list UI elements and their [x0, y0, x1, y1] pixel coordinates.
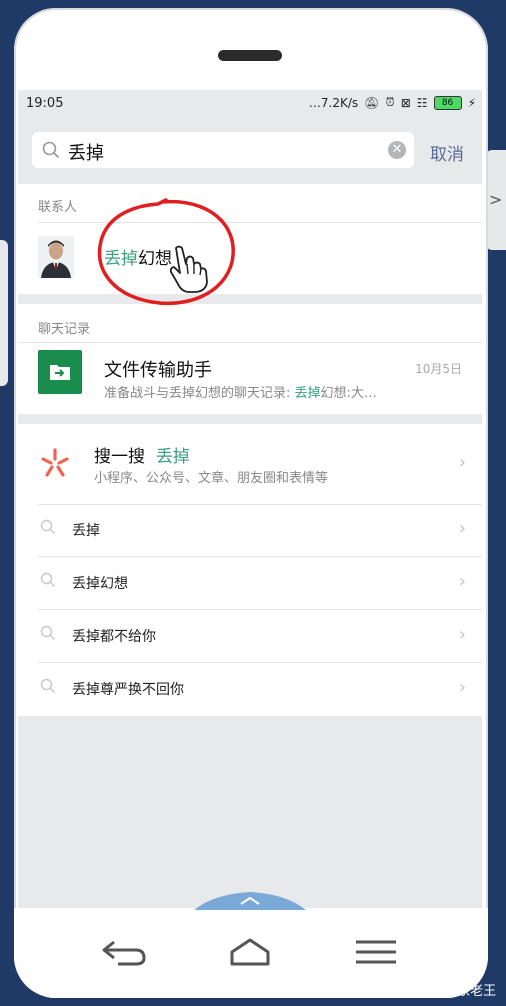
charging-icon: ⚡︎	[467, 95, 476, 110]
chat-records-section-label: 聊天记录	[38, 322, 91, 337]
chat-date: 10月5日	[415, 362, 462, 376]
sou-yi-sou-title: 搜一搜 丢掉	[94, 447, 190, 467]
suggestion-label: 丢掉幻想	[72, 576, 128, 592]
suggestion-label: 丢掉尊严换不回你	[72, 682, 184, 698]
status-bar: 19:05 …7.2K/s 🔕︎ ⏰︎ ⊠ ☷ 86 ⚡︎	[18, 90, 482, 116]
back-icon[interactable]	[100, 936, 148, 968]
annotation-circle	[97, 198, 235, 306]
chat-preview: 准备战斗与丢掉幻想的聊天记录: 丢掉幻想:大…	[104, 386, 377, 401]
chat-record-row[interactable]	[18, 343, 482, 413]
chevron-right-icon: ›	[458, 452, 466, 473]
cancel-button[interactable]: 取消	[430, 140, 464, 165]
status-time: 19:05	[26, 96, 64, 111]
battery-icon: 86	[433, 95, 462, 110]
file-transfer-icon	[38, 350, 82, 394]
side-panel-left	[0, 240, 8, 386]
speaker-grille	[218, 50, 282, 61]
phone-frame: 19:05 …7.2K/s 🔕︎ ⏰︎ ⊠ ☷ 86 ⚡︎ 丢掉 ✕ 取消 联系…	[14, 8, 488, 998]
suggestion-item[interactable]: 丢掉 ›	[18, 504, 482, 556]
sou-yi-sou-icon	[41, 448, 69, 477]
suggestion-item[interactable]: 丢掉尊严换不回你 ›	[18, 663, 482, 715]
suggestion-label: 丢掉都不给你	[72, 629, 156, 645]
contact-row[interactable]	[18, 223, 482, 293]
suggestion-label: 丢掉	[72, 523, 100, 539]
chevron-right-icon[interactable]: >	[489, 190, 502, 209]
network-speed: …7.2K/s	[308, 95, 359, 110]
scroll-up-tab[interactable]	[194, 892, 306, 910]
suggestion-item[interactable]: 丢掉幻想 ›	[18, 557, 482, 609]
avatar	[38, 236, 74, 278]
chevron-right-icon: ›	[458, 677, 466, 698]
contacts-section-label: 联系人	[38, 200, 78, 215]
wifi-icon: ☷	[416, 95, 428, 110]
sou-yi-sou-subtitle: 小程序、公众号、文章、朋友圈和表情等	[94, 471, 329, 486]
alarm-icon: ⏰︎	[385, 95, 395, 109]
home-icon[interactable]	[228, 936, 272, 968]
app-screen: 19:05 …7.2K/s 🔕︎ ⏰︎ ⊠ ☷ 86 ⚡︎ 丢掉 ✕ 取消 联系…	[18, 90, 482, 910]
status-icons: …7.2K/s 🔕︎ ⏰︎ ⊠ ☷ 86 ⚡︎	[309, 95, 476, 110]
search-icon	[42, 141, 60, 159]
sim-icon: ⊠	[400, 95, 411, 110]
watermark: 头条 @隔壁家老王	[388, 984, 497, 999]
mute-icon: 🔕︎	[364, 95, 380, 110]
search-icon	[40, 625, 55, 640]
chevron-right-icon: ›	[458, 518, 466, 539]
search-icon	[40, 519, 55, 534]
person-icon	[38, 236, 74, 278]
search-icon	[40, 572, 55, 587]
suggestion-item[interactable]: 丢掉都不给你 ›	[18, 610, 482, 662]
search-icon	[40, 678, 55, 693]
clear-icon[interactable]: ✕	[388, 141, 406, 159]
chevron-right-icon: ›	[458, 624, 466, 645]
menu-icon[interactable]	[354, 938, 398, 966]
chevron-right-icon: ›	[458, 571, 466, 592]
sou-yi-sou-row[interactable]	[18, 424, 482, 504]
search-input[interactable]: 丢掉 ✕	[32, 132, 414, 168]
hand-pointer-icon	[169, 245, 208, 293]
chat-title: 文件传输助手	[104, 360, 212, 381]
search-query: 丢掉	[68, 143, 104, 164]
